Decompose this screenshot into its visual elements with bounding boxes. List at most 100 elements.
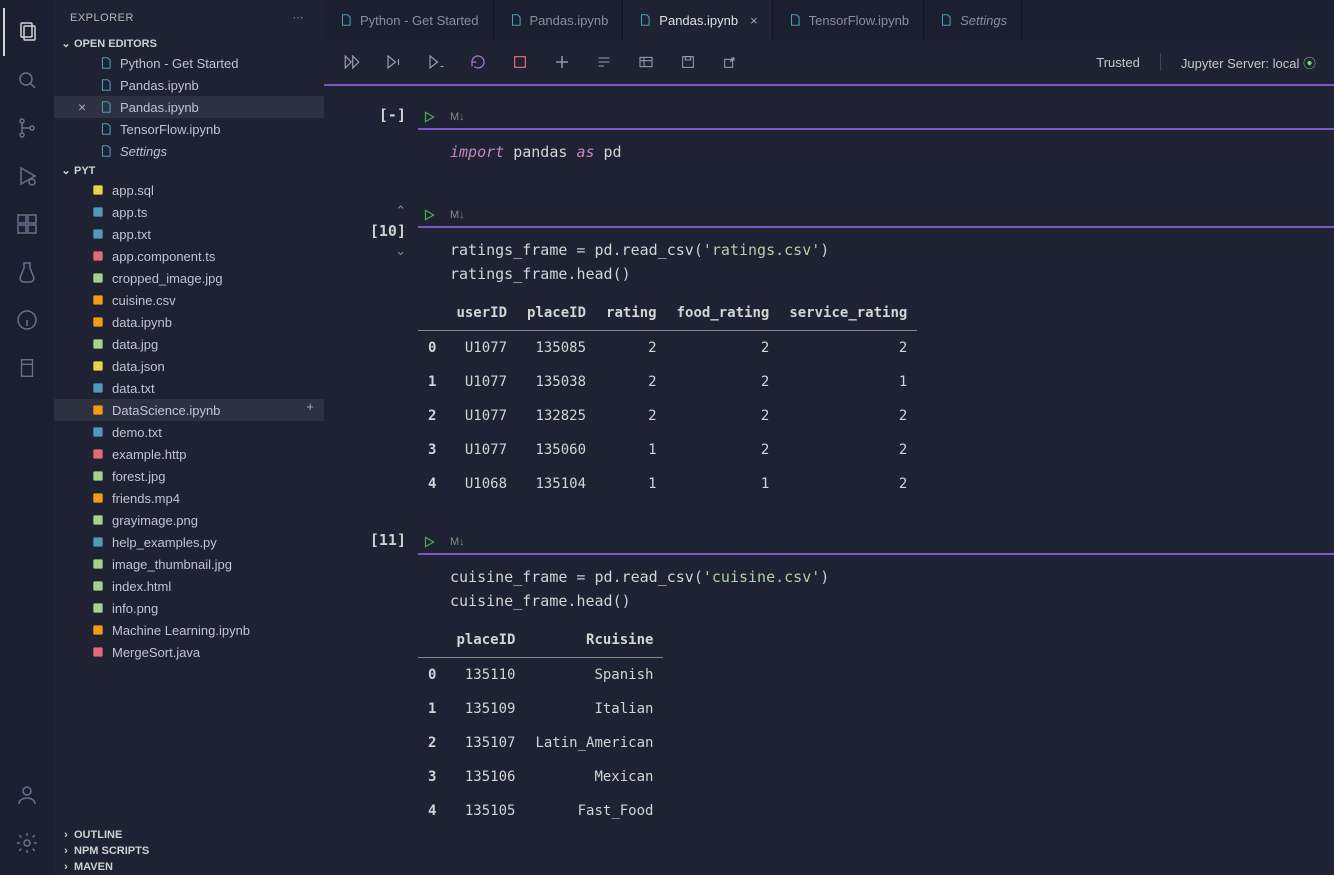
open-editor-item[interactable]: Python - Get Started [54,52,324,74]
variables-icon[interactable] [636,52,656,72]
open-editor-item[interactable]: Pandas.ipynb [54,74,324,96]
new-file-icon[interactable]: + [306,399,314,414]
editor-tab[interactable]: Pandas.ipynb [494,0,624,40]
file-item[interactable]: example.http [54,443,324,465]
jupyter-server-label[interactable]: Jupyter Server: local ⦿ [1181,53,1316,72]
editor-tab[interactable]: TensorFlow.ipynb [773,0,924,40]
run-above-icon[interactable] [384,52,404,72]
file-item[interactable]: forest.jpg [54,465,324,487]
github-icon[interactable] [3,296,51,344]
export-icon[interactable] [720,52,740,72]
file-item[interactable]: Machine Learning.ipynb [54,619,324,641]
markdown-label[interactable]: M↓ [450,536,465,548]
table-cell: U1077 [446,365,517,399]
account-icon[interactable] [3,771,51,819]
file-item[interactable]: data.ipynb [54,311,324,333]
collapse-up-icon[interactable]: ⌃ [395,204,406,218]
trusted-label[interactable]: Trusted [1096,55,1140,70]
table-cell: Italian [525,692,663,726]
file-label: data.txt [112,381,155,396]
file-item[interactable]: app.component.ts [54,245,324,267]
bookmark-icon[interactable] [3,344,51,392]
interrupt-kernel-icon[interactable] [510,52,530,72]
open-editor-item[interactable]: TensorFlow.ipynb [54,118,324,140]
run-cell-icon[interactable] [422,535,436,549]
run-debug-icon[interactable] [3,152,51,200]
folder-header[interactable]: ⌄ PYT [54,162,324,179]
file-item[interactable]: app.sql [54,179,324,201]
outline-header[interactable]: › OUTLINE [54,827,324,843]
run-cell-icon[interactable] [422,208,436,222]
table-cell: 1 [418,692,446,726]
divider [1160,53,1161,71]
file-icon [90,380,106,396]
settings-gear-icon[interactable] [3,819,51,867]
close-icon[interactable]: × [78,99,92,115]
testing-icon[interactable] [3,248,51,296]
notebook-cell[interactable]: [11] M↓ cuisine_frame = pd.read_csv('cui… [324,531,1334,828]
cell-code[interactable]: cuisine_frame = pd.read_csv('cuisine.csv… [418,555,1334,623]
markdown-label[interactable]: M↓ [450,111,465,123]
file-label: Settings [120,144,167,159]
file-item[interactable]: data.txt [54,377,324,399]
table-cell: 2 [667,399,780,433]
editor-tab[interactable]: Pandas.ipynb × [623,0,772,40]
file-item[interactable]: help_examples.py [54,531,324,553]
open-editor-item[interactable]: Settings [54,140,324,162]
file-item[interactable]: grayimage.png [54,509,324,531]
file-item[interactable]: index.html [54,575,324,597]
file-label: cropped_image.jpg [112,271,223,286]
editor-tab[interactable]: Settings [924,0,1022,40]
run-cell-icon[interactable] [422,110,436,124]
close-icon[interactable]: × [750,13,758,28]
table-cell: 2 [779,331,917,366]
notebook-editor[interactable]: [-] M↓ import pandas as pd ⌃ [10] ⌄ M [324,86,1334,875]
cell-code[interactable]: ratings_frame = pd.read_csv('ratings.csv… [418,228,1334,296]
search-icon[interactable] [3,56,51,104]
explorer-icon[interactable] [3,8,51,56]
open-editors-header[interactable]: ⌄ OPEN EDITORS [54,35,324,52]
file-item[interactable]: image_thumbnail.jpg [54,553,324,575]
clear-output-icon[interactable] [594,52,614,72]
sidebar-title: EXPLORER ⋯ [54,0,324,35]
more-icon[interactable]: ⋯ [293,11,309,24]
file-label: forest.jpg [112,469,165,484]
npm-scripts-header[interactable]: › NPM SCRIPTS [54,843,324,859]
table-cell: 2 [779,433,917,467]
file-icon [508,12,524,28]
markdown-label[interactable]: M↓ [450,209,465,221]
file-item[interactable]: cropped_image.jpg [54,267,324,289]
file-item[interactable]: cuisine.csv [54,289,324,311]
extensions-icon[interactable] [3,200,51,248]
source-control-icon[interactable] [3,104,51,152]
file-icon [90,402,106,418]
file-icon [98,55,114,71]
file-item[interactable]: info.png [54,597,324,619]
file-item[interactable]: demo.txt [54,421,324,443]
maven-header[interactable]: › MAVEN [54,859,324,875]
add-cell-icon[interactable] [552,52,572,72]
file-label: friends.mp4 [112,491,180,506]
file-item[interactable]: DataScience.ipynb+ [54,399,324,421]
editor-tab[interactable]: Python - Get Started [324,0,494,40]
file-item[interactable]: data.json [54,355,324,377]
file-item[interactable]: app.ts [54,201,324,223]
file-item[interactable]: friends.mp4 [54,487,324,509]
file-item[interactable]: data.jpg [54,333,324,355]
notebook-cell[interactable]: [-] M↓ import pandas as pd [324,106,1334,174]
save-icon[interactable] [678,52,698,72]
file-label: data.ipynb [112,315,172,330]
file-icon [90,182,106,198]
run-below-icon[interactable] [426,52,446,72]
restart-kernel-icon[interactable] [468,52,488,72]
file-item[interactable]: MergeSort.java [54,641,324,663]
table-cell: U1077 [446,331,517,366]
open-editor-item[interactable]: × Pandas.ipynb [54,96,324,118]
chevron-right-icon: › [58,829,74,841]
file-item[interactable]: app.txt [54,223,324,245]
collapse-down-icon[interactable]: ⌄ [395,244,406,258]
run-all-icon[interactable] [342,52,362,72]
file-icon [98,99,114,115]
notebook-cell[interactable]: ⌃ [10] ⌄ M↓ ratings_frame = pd.read_csv(… [324,204,1334,501]
cell-code[interactable]: import pandas as pd [418,130,1334,174]
